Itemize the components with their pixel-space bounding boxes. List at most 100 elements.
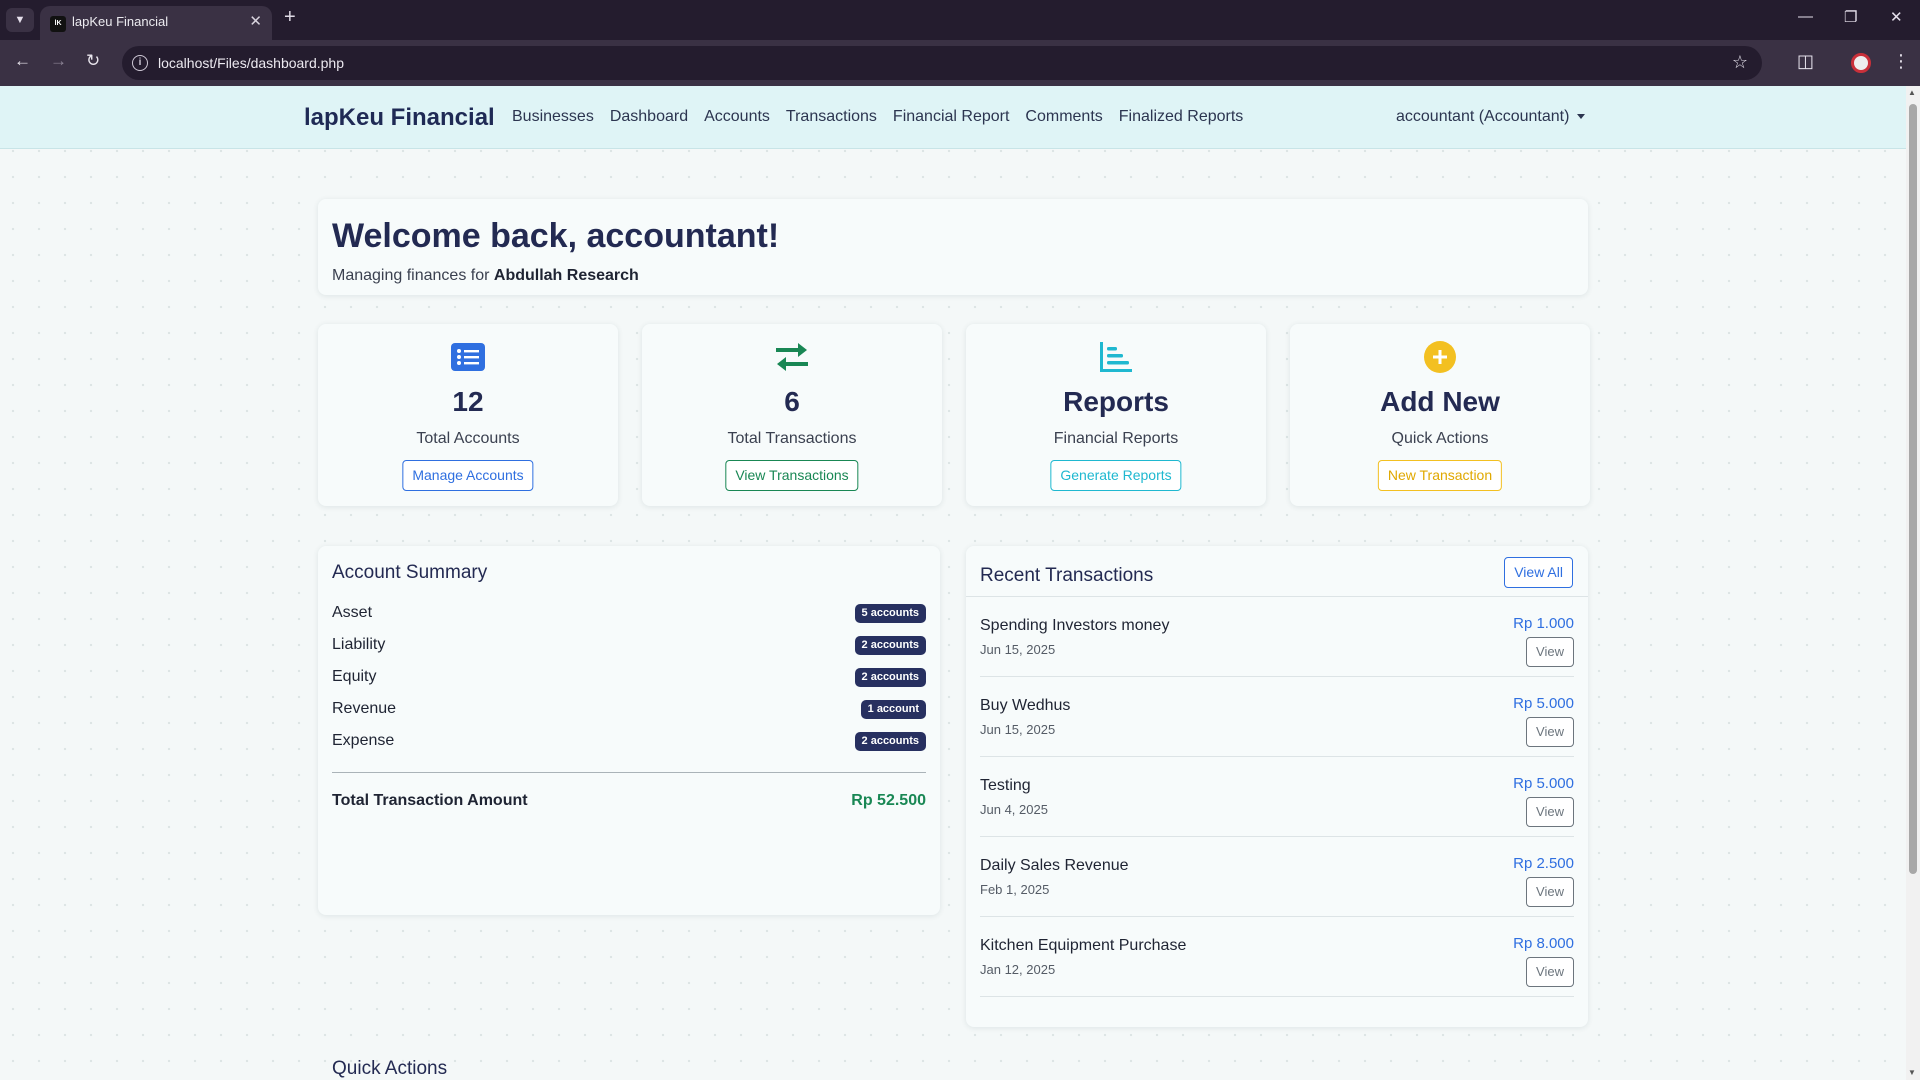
transaction-name: Testing — [980, 777, 1031, 794]
total-amount-label: Total Transaction Amount — [332, 792, 528, 809]
transaction-row: Buy Wedhus Jun 15, 2025 Rp 5.000 View — [980, 677, 1574, 757]
nav-link-dashboard[interactable]: Dashboard — [610, 108, 688, 126]
view-transaction-button[interactable]: View — [1526, 877, 1574, 907]
transaction-amount: Rp 2.500 — [1513, 855, 1574, 872]
browser-tab[interactable]: lK lapKeu Financial ✕ — [40, 6, 272, 40]
transaction-name: Buy Wedhus — [980, 697, 1071, 714]
transaction-name: Spending Investors money — [980, 617, 1170, 634]
bar-chart-icon — [966, 340, 1266, 374]
transaction-amount: Rp 5.000 — [1513, 695, 1574, 712]
stat-label: Quick Actions — [1391, 430, 1489, 447]
address-bar[interactable]: i localhost/Files/dashboard.php ☆ — [122, 46, 1762, 80]
nav-link-accounts[interactable]: Accounts — [704, 108, 770, 126]
welcome-subtitle-prefix: Managing finances for — [332, 267, 490, 284]
stat-value: Add New — [1380, 386, 1500, 417]
welcome-card: Welcome back, accountant! Managing finan… — [318, 199, 1588, 295]
account-type: Asset — [332, 604, 373, 621]
minimize-icon[interactable]: — — [1798, 8, 1813, 25]
transaction-date: Jun 15, 2025 — [980, 722, 1056, 737]
account-count-badge: 2 accounts — [854, 636, 926, 655]
stat-card-add-new: Add New Quick Actions New Transaction — [1290, 324, 1590, 506]
transaction-row: Daily Sales Revenue Feb 1, 2025 Rp 2.500… — [980, 837, 1574, 917]
view-transaction-button[interactable]: View — [1526, 957, 1574, 987]
page-viewport: lapKeu Financial Businesses Dashboard Ac… — [0, 86, 1906, 1080]
nav-link-financial-report[interactable]: Financial Report — [893, 108, 1010, 126]
browser-tab-bar: ▼ lK lapKeu Financial ✕ + — ❐ ✕ — [0, 0, 1920, 40]
transaction-name: Kitchen Equipment Purchase — [980, 937, 1187, 954]
close-window-icon[interactable]: ✕ — [1890, 8, 1903, 26]
user-dropdown-label: accountant (Accountant) — [1396, 108, 1570, 125]
restore-icon[interactable]: ❐ — [1844, 8, 1857, 26]
transaction-date: Jun 15, 2025 — [980, 642, 1056, 657]
view-transaction-button[interactable]: View — [1526, 717, 1574, 747]
stat-label: Financial Reports — [1053, 430, 1179, 447]
back-icon[interactable]: ← — [14, 51, 31, 71]
transaction-date: Feb 1, 2025 — [980, 882, 1050, 897]
brand-logo[interactable]: lapKeu Financial — [304, 104, 495, 132]
recent-transactions-title: Recent Transactions — [980, 565, 1154, 586]
list-icon — [318, 340, 618, 374]
transaction-amount: Rp 8.000 — [1513, 935, 1574, 952]
new-tab-icon[interactable]: + — [284, 6, 296, 29]
scroll-up-icon[interactable]: ▲ — [1908, 88, 1916, 97]
manage-accounts-button[interactable]: Manage Accounts — [402, 460, 534, 491]
quick-actions-title: Quick Actions — [332, 1058, 448, 1079]
nav-links: Businesses Dashboard Accounts Transactio… — [512, 108, 1243, 126]
tab-search-chevron-icon[interactable]: ▼ — [6, 8, 34, 32]
url-text[interactable]: localhost/Files/dashboard.php — [158, 55, 344, 71]
scroll-down-icon[interactable]: ▼ — [1908, 1068, 1916, 1077]
stat-card-transactions: 6 Total Transactions View Transactions — [642, 324, 942, 506]
summary-row: Asset 5 accounts — [332, 604, 926, 626]
transaction-row: Spending Investors money Jun 15, 2025 Rp… — [980, 597, 1574, 677]
summary-row: Liability 2 accounts — [332, 636, 926, 658]
welcome-subtitle: Managing finances for Abdullah Research — [332, 267, 639, 285]
plus-circle-icon — [1290, 340, 1590, 374]
nav-link-comments[interactable]: Comments — [1025, 108, 1102, 126]
site-info-icon[interactable]: i — [132, 55, 148, 71]
account-summary-title: Account Summary — [332, 562, 488, 583]
scrollbar-thumb[interactable] — [1909, 104, 1917, 874]
nav-link-businesses[interactable]: Businesses — [512, 108, 594, 126]
caret-down-icon — [1577, 114, 1586, 120]
stat-label: Total Transactions — [727, 430, 857, 447]
view-transactions-button[interactable]: View Transactions — [725, 460, 859, 491]
browser-menu-icon[interactable]: ⋮ — [1892, 51, 1910, 72]
tab-title: lapKeu Financial — [72, 14, 169, 29]
user-dropdown[interactable]: accountant (Accountant) — [1396, 108, 1586, 126]
account-type: Expense — [332, 732, 395, 749]
view-transaction-button[interactable]: View — [1526, 797, 1574, 827]
app-navbar: lapKeu Financial Businesses Dashboard Ac… — [0, 86, 1906, 149]
transaction-amount: Rp 5.000 — [1513, 775, 1574, 792]
summary-row: Expense 2 accounts — [332, 732, 926, 754]
transaction-amount: Rp 1.000 — [1513, 615, 1574, 632]
stat-card-accounts: 12 Total Accounts Manage Accounts — [318, 324, 618, 506]
page-scrollbar[interactable]: ▲ ▼ — [1906, 86, 1920, 1080]
transaction-row: Testing Jun 4, 2025 Rp 5.000 View — [980, 757, 1574, 837]
transaction-name: Daily Sales Revenue — [980, 857, 1129, 874]
close-tab-icon[interactable]: ✕ — [249, 12, 262, 30]
generate-reports-button[interactable]: Generate Reports — [1050, 460, 1182, 491]
stat-value: 6 — [784, 386, 800, 417]
view-all-button[interactable]: View All — [1504, 557, 1573, 588]
extensions-puzzle-icon[interactable]: ◫ — [1797, 51, 1814, 72]
transaction-row: Kitchen Equipment Purchase Jan 12, 2025 … — [980, 917, 1574, 997]
account-count-badge: 2 accounts — [854, 668, 926, 687]
new-transaction-button[interactable]: New Transaction — [1377, 460, 1503, 491]
recent-transactions-card: Recent Transactions View All Spending In… — [966, 546, 1588, 1027]
stat-value: Reports — [1063, 386, 1169, 417]
browser-toolbar: ← → ↻ i localhost/Files/dashboard.php ☆ … — [0, 40, 1920, 86]
forward-icon[interactable]: → — [50, 51, 67, 71]
total-amount-value: Rp 52.500 — [851, 792, 926, 809]
stat-value: 12 — [452, 386, 484, 417]
bookmark-star-icon[interactable]: ☆ — [1732, 52, 1748, 73]
summary-divider — [332, 772, 926, 773]
summary-row: Revenue 1 account — [332, 700, 926, 722]
business-name: Abdullah Research — [493, 267, 639, 284]
profile-avatar[interactable] — [1851, 53, 1871, 73]
view-transaction-button[interactable]: View — [1526, 637, 1574, 667]
nav-link-transactions[interactable]: Transactions — [786, 108, 877, 126]
nav-link-finalized-reports[interactable]: Finalized Reports — [1119, 108, 1244, 126]
account-count-badge: 1 account — [860, 700, 926, 719]
stat-label: Total Accounts — [416, 430, 520, 447]
reload-icon[interactable]: ↻ — [86, 51, 100, 71]
